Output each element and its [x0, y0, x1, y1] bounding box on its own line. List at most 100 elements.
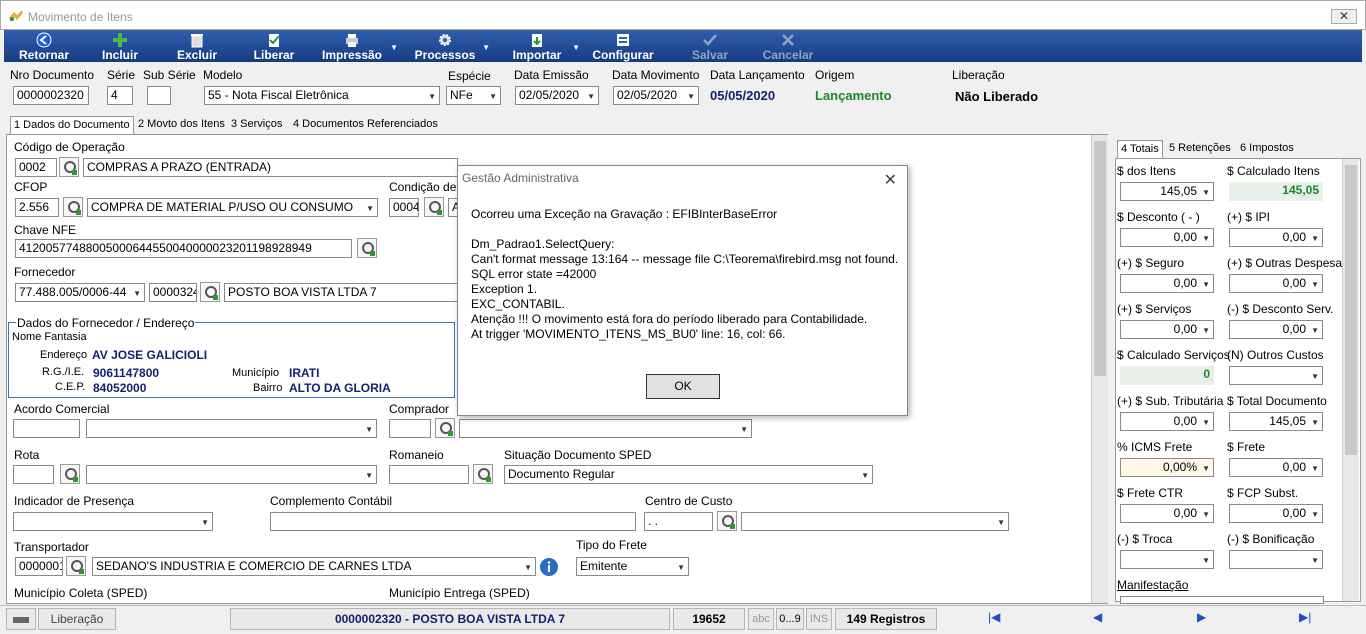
tipo-frete-select[interactable]: Emitente: [576, 557, 689, 576]
sub-serie-input[interactable]: [147, 86, 171, 105]
dialog-line-blank: [471, 222, 898, 237]
dialog-close-icon[interactable]: ✕: [884, 170, 897, 190]
close-button[interactable]: ✕: [1331, 9, 1357, 24]
search-icon[interactable]: [66, 556, 86, 576]
total-field-label: (N) Outros Custos: [1227, 348, 1324, 362]
chevron-down-icon[interactable]: ▼: [390, 43, 398, 52]
last-record-icon[interactable]: ▶|: [1299, 610, 1311, 624]
configurar-button[interactable]: Configurar: [592, 30, 654, 62]
nfe-doc-icon[interactable]: [357, 238, 377, 258]
total-field-value[interactable]: 0,00: [1120, 504, 1214, 523]
tab-impostos[interactable]: 6 Impostos: [1237, 140, 1297, 158]
total-field-value[interactable]: 0,00: [1229, 228, 1323, 247]
rota-select[interactable]: [86, 465, 377, 484]
search-icon[interactable]: [60, 464, 80, 484]
dialog-title: Gestão Administrativa: [462, 171, 579, 185]
modelo-select[interactable]: 55 - Nota Fiscal Eletrônica: [204, 86, 440, 105]
scrollbar-thumb[interactable]: [1345, 165, 1357, 455]
serie-input[interactable]: 4: [107, 86, 133, 105]
acordo-codigo-input[interactable]: [13, 419, 80, 438]
cfop-select[interactable]: COMPRA DE MATERIAL P/USO OU CONSUMO: [87, 198, 378, 217]
total-field-value[interactable]: 0,00: [1229, 274, 1323, 293]
total-field-value[interactable]: 0,00%: [1120, 458, 1214, 477]
fornecedor-codigo-input[interactable]: 0000324: [149, 283, 197, 302]
totais-scrollbar[interactable]: [1342, 159, 1359, 601]
search-icon[interactable]: [717, 511, 737, 531]
total-field-value[interactable]: 0,00: [1229, 504, 1323, 523]
search-icon[interactable]: [200, 282, 220, 302]
cfop-input[interactable]: 2.556: [15, 198, 59, 217]
total-field-value[interactable]: [1120, 550, 1214, 569]
panel-scrollbar[interactable]: [1091, 135, 1108, 603]
total-field-value[interactable]: 0,00: [1120, 320, 1214, 339]
liberar-button[interactable]: Liberar: [252, 30, 296, 62]
tab-retencoes[interactable]: 5 Retenções: [1166, 140, 1234, 158]
chevron-down-icon[interactable]: ▼: [572, 43, 580, 52]
situacao-sped-select[interactable]: Documento Regular: [504, 465, 873, 484]
tipo-frete-label: Tipo do Frete: [576, 538, 647, 552]
dialog-line: Atenção !!! O movimento está fora do per…: [471, 312, 868, 326]
transportador-codigo-input[interactable]: 0000001: [15, 557, 63, 576]
search-icon[interactable]: [435, 418, 455, 438]
chevron-down-icon[interactable]: ▼: [482, 43, 490, 52]
total-field-value[interactable]: [1229, 366, 1323, 385]
x-icon: [782, 34, 794, 46]
ok-button[interactable]: OK: [646, 374, 720, 399]
incluir-button[interactable]: Incluir: [100, 30, 140, 62]
condicao-input[interactable]: 0004: [389, 198, 419, 217]
tab-movto-itens[interactable]: 2 Movto dos Itens: [135, 116, 228, 134]
salvar-button[interactable]: Salvar: [690, 30, 730, 62]
nro-documento-input[interactable]: 0000002320: [13, 86, 89, 105]
excluir-button[interactable]: Excluir: [176, 30, 218, 62]
next-record-icon[interactable]: ▶: [1197, 610, 1206, 624]
indicador-presenca-select[interactable]: [13, 512, 213, 531]
romaneio-input[interactable]: [389, 465, 469, 484]
complemento-contabil-input[interactable]: [270, 512, 636, 531]
impressao-button[interactable]: Impressão ▼: [320, 30, 398, 62]
search-icon[interactable]: [473, 464, 493, 484]
acordo-select[interactable]: [86, 419, 377, 438]
condicao-label: Condição de: [389, 180, 457, 194]
comprador-input[interactable]: [389, 419, 431, 438]
fornecedor-cnpj-select[interactable]: 77.488.005/0006-44: [15, 283, 145, 302]
centro-custo-select[interactable]: [741, 512, 1009, 531]
total-field-value[interactable]: [1229, 550, 1323, 569]
status-bar: Liberação 0000002320 - POSTO BOA VISTA L…: [0, 605, 1366, 631]
tab-servicos[interactable]: 3 Serviços: [228, 116, 285, 134]
total-field-value[interactable]: 145,05: [1229, 412, 1323, 431]
chave-nfe-input[interactable]: 4120057748800500064455004000002320119892…: [15, 239, 352, 258]
total-field-value[interactable]: 0,00: [1229, 458, 1323, 477]
prev-record-icon[interactable]: ◀: [1093, 610, 1102, 624]
toolbar: Retornar Incluir Excluir Liberar Impress…: [4, 30, 1362, 62]
importar-button[interactable]: Importar ▼: [508, 30, 580, 62]
total-field-value[interactable]: 145,05: [1120, 182, 1214, 201]
total-field-value[interactable]: 0,00: [1229, 320, 1323, 339]
tab-dados-documento[interactable]: 1 Dados do Documento: [10, 116, 134, 134]
centro-custo-input[interactable]: . .: [644, 512, 713, 531]
search-icon[interactable]: [59, 157, 79, 177]
municipio-value: IRATI: [289, 366, 320, 380]
transportador-select[interactable]: SEDANO'S INDUSTRIA E COMERCIO DE CARNES …: [92, 557, 536, 576]
total-field-value[interactable]: 0,00: [1120, 412, 1214, 431]
tab-totais[interactable]: 4 Totais: [1117, 140, 1163, 158]
comprador-select[interactable]: [459, 419, 752, 438]
scrollbar-thumb[interactable]: [1094, 141, 1106, 376]
search-icon[interactable]: [63, 197, 83, 217]
info-icon[interactable]: [539, 557, 559, 577]
manifestacao-label: Manifestação: [1117, 578, 1189, 592]
processos-button[interactable]: Processos ▼: [414, 30, 490, 62]
total-field-value[interactable]: 0,00: [1120, 274, 1214, 293]
data-emissao-input[interactable]: 02/05/2020: [515, 86, 599, 105]
total-field-value[interactable]: 0,00: [1120, 228, 1214, 247]
first-record-icon[interactable]: |◀: [988, 610, 1000, 624]
codigo-operacao-input[interactable]: 0002: [15, 158, 57, 177]
cancelar-button[interactable]: Cancelar: [762, 30, 814, 62]
rota-input[interactable]: [13, 465, 54, 484]
tab-documentos-referenciados[interactable]: 4 Documentos Referenciados: [290, 116, 441, 134]
search-icon[interactable]: [424, 197, 444, 217]
manifestacao-select[interactable]: [1120, 596, 1324, 604]
serie-label: Série: [107, 68, 136, 82]
especie-select[interactable]: NFe: [446, 86, 501, 105]
data-movimento-input[interactable]: 02/05/2020: [613, 86, 699, 105]
retornar-button[interactable]: Retornar: [16, 30, 72, 62]
